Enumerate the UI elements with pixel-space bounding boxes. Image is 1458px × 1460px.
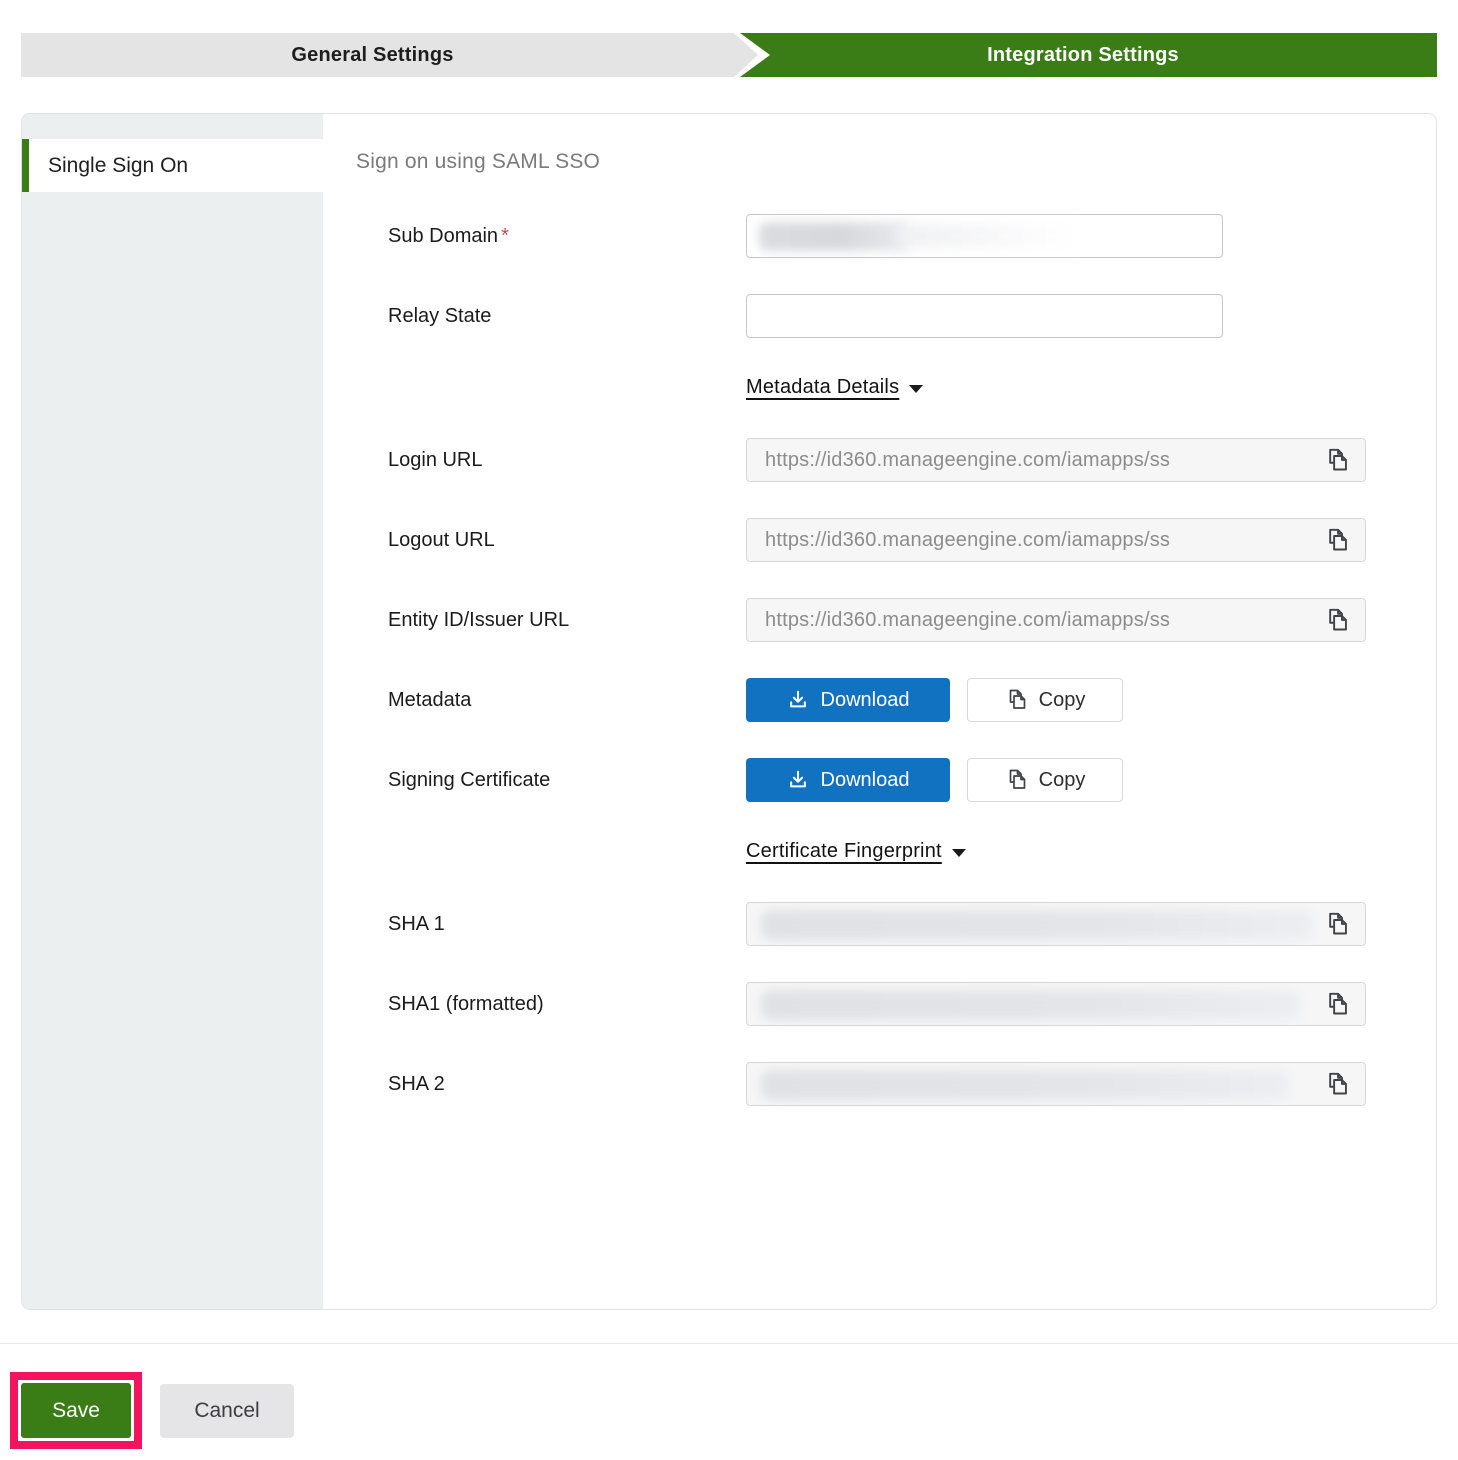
login-url-label: Login URL (388, 448, 483, 471)
metadata-copy-button[interactable]: Copy (967, 678, 1123, 722)
copy-icon[interactable] (1321, 988, 1353, 1020)
sidebar: Single Sign On (22, 114, 323, 1309)
entity-id-value: https://id360.manageengine.com/iamapps/s… (765, 608, 1171, 631)
tab-integration-label: Integration Settings (987, 43, 1179, 66)
certificate-fingerprint-toggle[interactable]: Certificate Fingerprint (746, 840, 942, 863)
page-title: Sign on using SAML SSO (356, 150, 601, 173)
copy-icon[interactable] (1321, 908, 1353, 940)
copy-icon (1009, 689, 1025, 709)
chevron-down-icon[interactable] (909, 384, 924, 393)
certificate-fingerprint-row: Certificate Fingerprint (746, 838, 1436, 864)
relay-state-row: Relay State (356, 294, 1436, 338)
sha1-field (746, 902, 1366, 946)
content-area: Sign on using SAML SSO Sub Domain * Relay… (323, 114, 1436, 1309)
sha2-label: SHA 2 (388, 1072, 445, 1095)
sub-domain-input[interactable] (746, 214, 1223, 258)
download-icon (789, 770, 806, 788)
sha1-formatted-label: SHA1 (formatted) (388, 992, 544, 1015)
signing-certificate-row: Signing Certificate Download Copy (356, 758, 1436, 802)
cancel-button[interactable]: Cancel (160, 1383, 294, 1438)
logout-url-row: Logout URL https://id360.manageengine.co… (356, 518, 1436, 562)
annotation-highlight-box: Save (10, 1372, 142, 1449)
metadata-details-toggle[interactable]: Metadata Details (746, 376, 899, 399)
footer-actions: Save Cancel (10, 1372, 294, 1449)
sha1-formatted-field (746, 982, 1366, 1026)
signing-certificate-download-button[interactable]: Download (746, 758, 950, 802)
tab-general-settings[interactable]: General Settings (21, 33, 758, 77)
signing-certificate-label: Signing Certificate (388, 768, 551, 791)
login-url-value: https://id360.manageengine.com/iamapps/s… (765, 448, 1171, 471)
redacted-value-blur (761, 990, 1301, 1020)
wizard-step-bar: Integration Settings General Settings (21, 33, 1437, 77)
login-url-row: Login URL https://id360.manageengine.com… (356, 438, 1436, 482)
metadata-download-button[interactable]: Download (746, 678, 950, 722)
relay-state-input[interactable] (746, 294, 1223, 338)
logout-url-value: https://id360.manageengine.com/iamapps/s… (765, 528, 1171, 551)
saml-sso-form: Sub Domain * Relay State Metadata Details (356, 214, 1436, 1106)
tab-general-label: General Settings (291, 43, 454, 66)
sha2-field (746, 1062, 1366, 1106)
settings-panel: Single Sign On Sign on using SAML SSO Su… (21, 113, 1437, 1310)
redacted-value-blur (761, 910, 1313, 940)
sha1-label: SHA 1 (388, 912, 445, 935)
sub-domain-label: Sub Domain * (388, 224, 509, 247)
copy-icon[interactable] (1321, 604, 1353, 636)
save-button[interactable]: Save (21, 1383, 131, 1438)
sidebar-item-single-sign-on[interactable]: Single Sign On (22, 139, 323, 192)
copy-icon[interactable] (1321, 1068, 1353, 1100)
sha2-row: SHA 2 (356, 1062, 1436, 1106)
login-url-field: https://id360.manageengine.com/iamapps/s… (746, 438, 1366, 482)
signing-certificate-copy-button[interactable]: Copy (967, 758, 1123, 802)
required-marker: * (501, 224, 509, 247)
entity-id-field: https://id360.manageengine.com/iamapps/s… (746, 598, 1366, 642)
sha1-row: SHA 1 (356, 902, 1436, 946)
copy-icon (1009, 769, 1025, 789)
sha1-formatted-row: SHA1 (formatted) (356, 982, 1436, 1026)
sidebar-item-label: Single Sign On (48, 153, 189, 177)
chevron-down-icon[interactable] (951, 848, 966, 857)
download-icon (789, 690, 806, 708)
redacted-value-blur (761, 1070, 1289, 1100)
metadata-row: Metadata Download Copy (356, 678, 1436, 722)
metadata-details-row: Metadata Details (746, 374, 1436, 400)
logout-url-label: Logout URL (388, 528, 495, 551)
footer-divider (0, 1343, 1458, 1344)
logout-url-field: https://id360.manageengine.com/iamapps/s… (746, 518, 1366, 562)
tab-integration-settings[interactable]: Integration Settings (739, 33, 1437, 77)
copy-icon[interactable] (1321, 524, 1353, 556)
metadata-label: Metadata (388, 688, 472, 711)
sub-domain-row: Sub Domain * (356, 214, 1436, 258)
entity-id-label: Entity ID/Issuer URL (388, 608, 570, 631)
copy-icon[interactable] (1321, 444, 1353, 476)
relay-state-label: Relay State (388, 304, 492, 327)
entity-id-row: Entity ID/Issuer URL https://id360.manag… (356, 598, 1436, 642)
